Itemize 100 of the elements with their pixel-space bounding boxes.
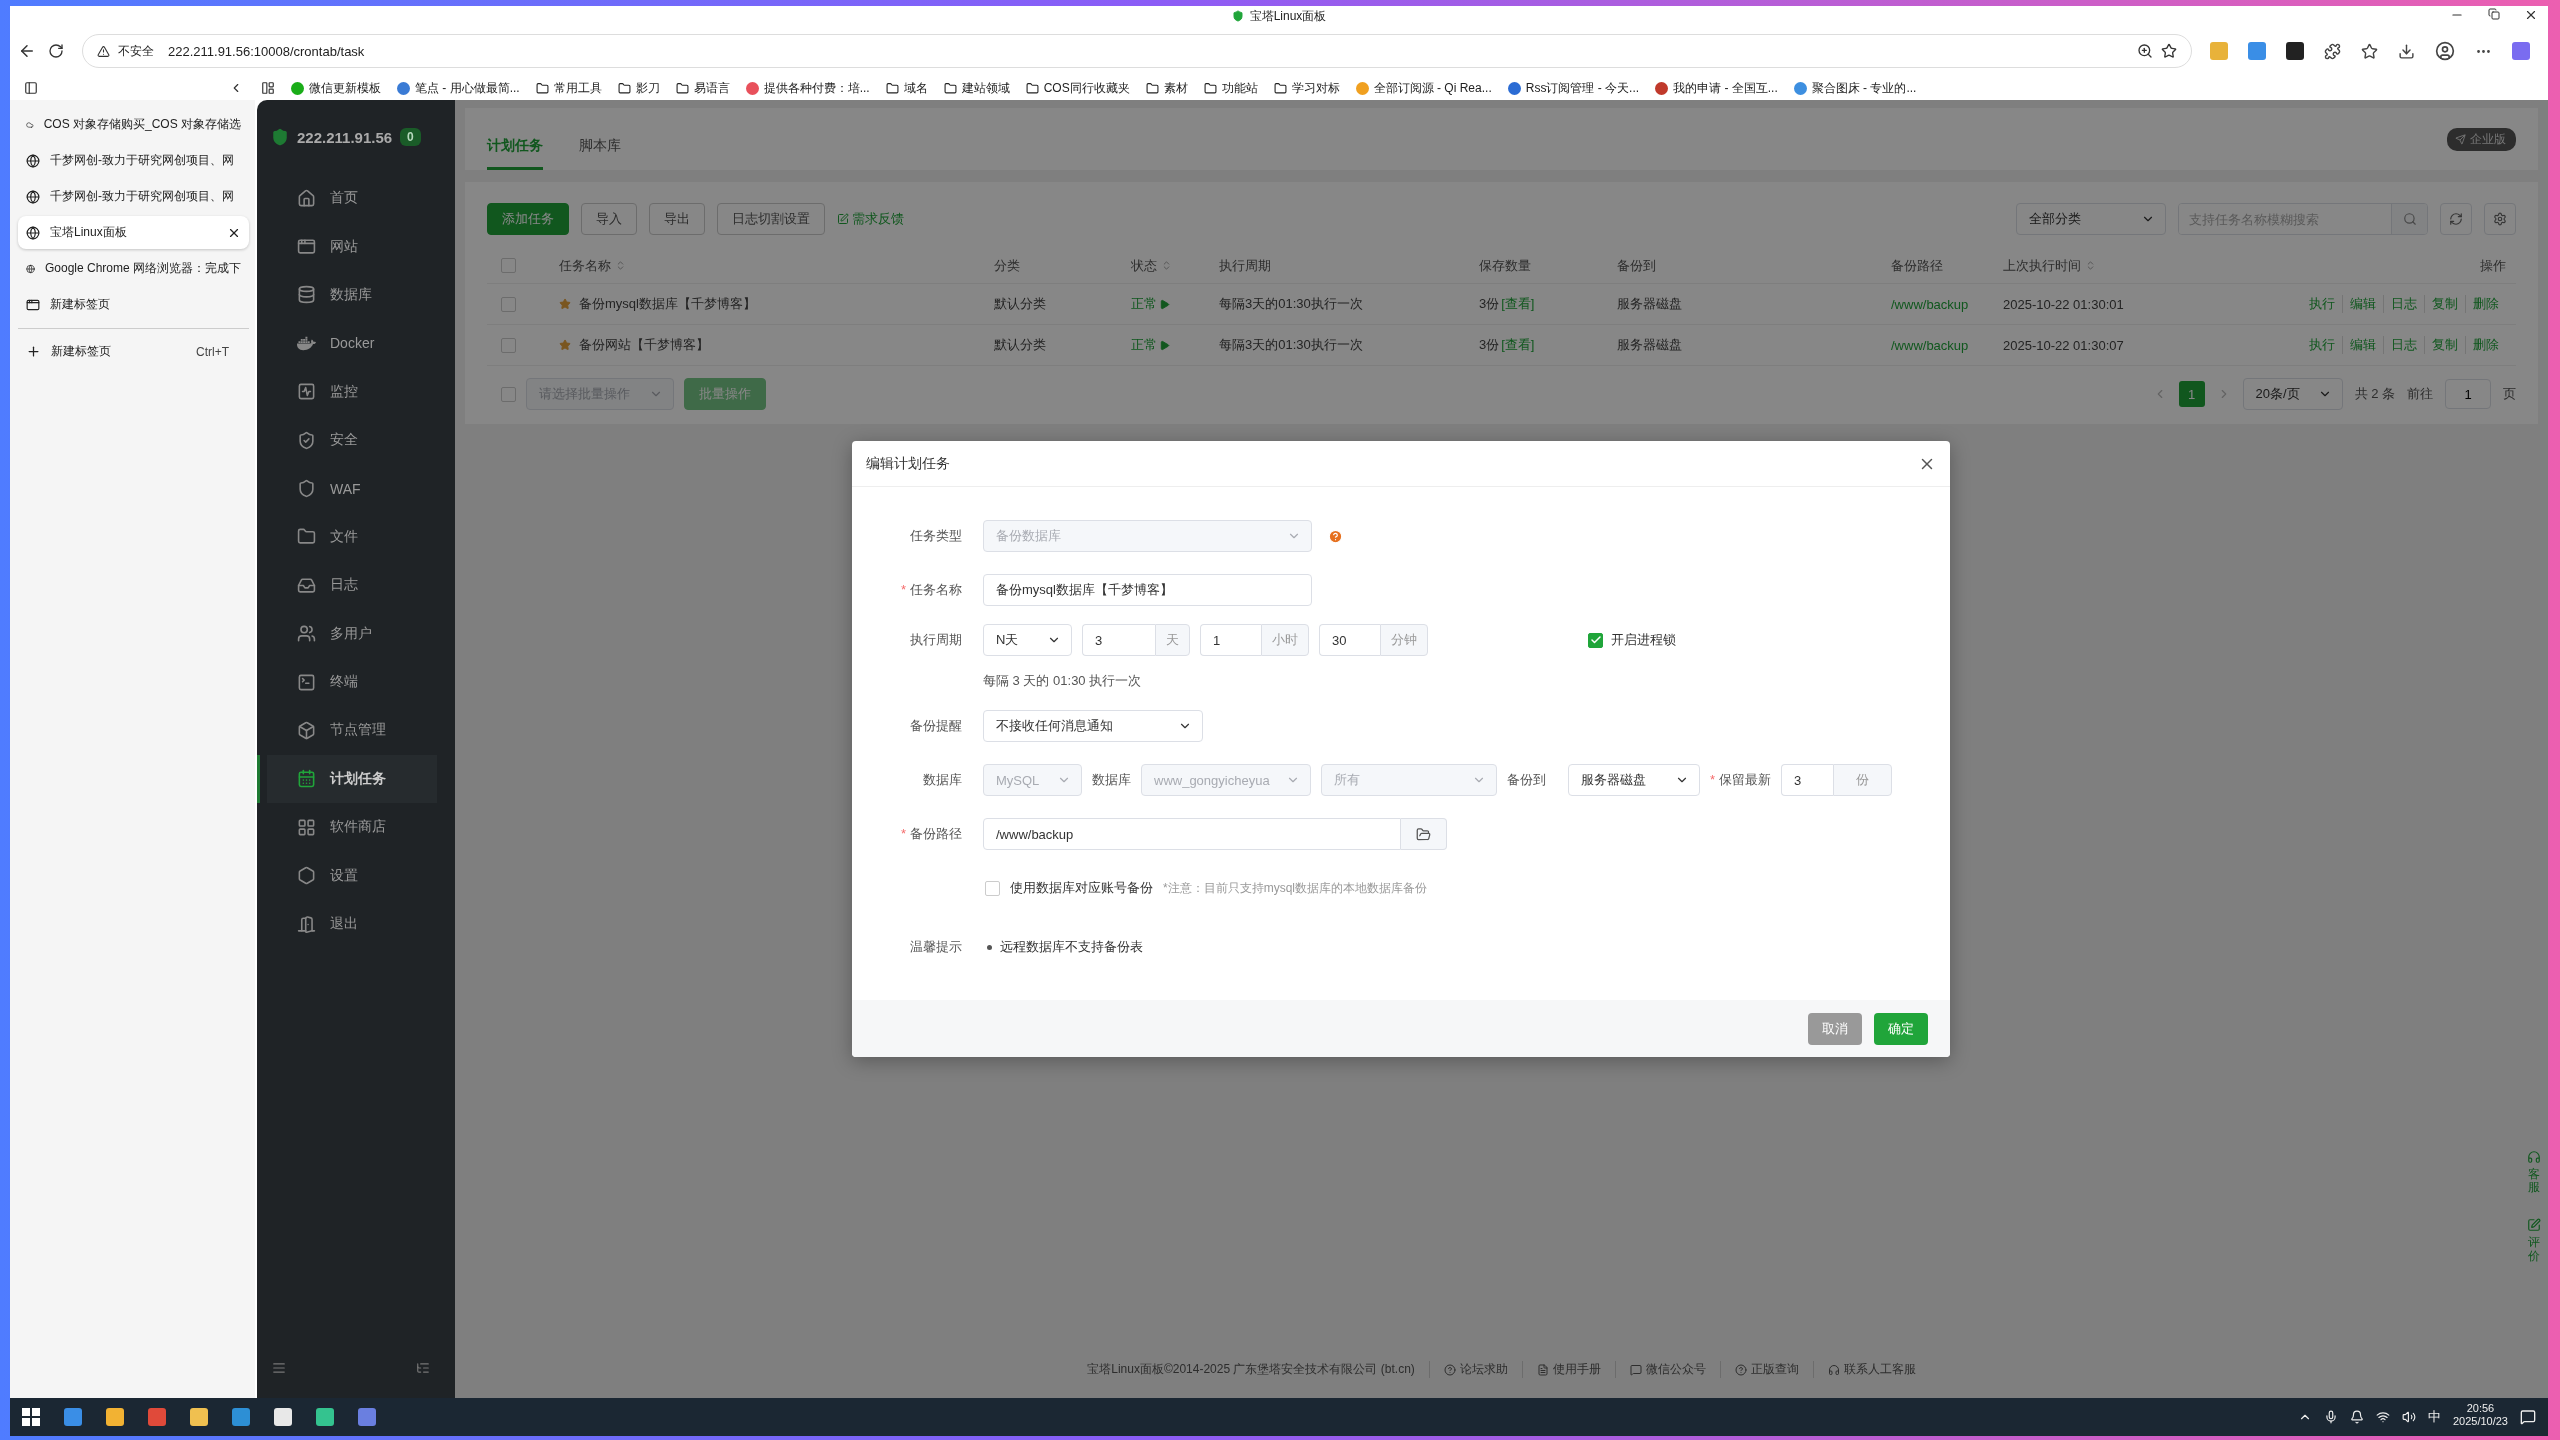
browser-tab[interactable]: 千梦网创-致力于研究网创项目、网 [18,144,249,177]
nav-item[interactable]: 安全 [257,415,455,465]
nav-item[interactable]: 文件 [257,512,455,562]
reload-icon[interactable] [48,43,64,59]
bookmark-link[interactable]: 素材 [1145,79,1188,97]
nav-item[interactable]: 多用户 [257,609,455,658]
extension-icon[interactable] [2248,42,2266,60]
footer-link[interactable]: 正版查询 [1719,1361,1799,1378]
nav-item[interactable]: 退出 [257,899,455,949]
alert-count[interactable]: 0 [400,128,421,146]
notification-icon[interactable] [2520,1409,2536,1425]
nav-item[interactable]: 设置 [257,851,455,900]
checkbox[interactable] [1588,632,1603,648]
app-icon[interactable] [148,1408,166,1426]
extension-icon[interactable] [2286,42,2304,60]
app-icon[interactable] [316,1408,334,1426]
mic-icon[interactable] [2323,1410,2338,1424]
edition-badge[interactable]: 企业版 [2447,128,2516,151]
footer-link[interactable]: 使用手册 [1521,1361,1601,1378]
close-icon[interactable] [2524,8,2538,22]
bookmark-link[interactable]: 全部订阅源 - Qi Rea... [1355,79,1492,97]
nav-item[interactable]: 数据库 [257,270,455,320]
toolbar-button[interactable]: 导入 [581,203,637,235]
settings-button[interactable] [2484,203,2516,235]
nav-item[interactable]: 网站 [257,222,455,271]
checkbox[interactable] [985,880,1000,896]
browser-tab[interactable]: 宝塔Linux面板 [18,216,249,249]
app-icon[interactable] [358,1408,376,1426]
favorites-icon[interactable] [2361,42,2378,60]
column-header[interactable]: 上次执行时间 [1989,256,2209,275]
restore-icon[interactable] [2488,8,2500,20]
app-icon[interactable] [64,1408,82,1426]
column-header[interactable]: 任务名称 [545,256,980,275]
star-icon[interactable] [559,298,571,310]
nav-item[interactable]: Docker [257,319,455,368]
browser-tab[interactable]: 千梦网创-致力于研究网创项目、网 [18,180,249,213]
checkbox[interactable] [501,296,516,312]
nav-item[interactable]: 软件商店 [257,803,455,852]
input-method[interactable]: 中 [2427,1408,2441,1426]
backup-target-select[interactable]: 服务器磁盘 [1568,764,1700,796]
footer-link[interactable]: 论坛求助 [1428,1361,1508,1378]
browser-tab[interactable]: 新建标签页 [18,288,249,321]
number-field[interactable]: 1 [1200,624,1261,656]
nav-item[interactable]: 监控 [257,367,455,416]
nav-item[interactable]: 首页 [257,174,455,223]
wifi-icon[interactable] [2375,1410,2390,1424]
checkbox-label[interactable]: 开启进程锁 [1611,631,1676,649]
help-icon[interactable] [1328,528,1343,544]
bookmark-link[interactable]: 易语言 [675,79,730,97]
bell-icon[interactable] [2349,1410,2364,1424]
app-icon[interactable] [274,1408,292,1426]
category-select[interactable]: 全部分类 [2016,203,2166,235]
bookmark-link[interactable]: 建站领域 [943,79,1010,97]
bookmark-link[interactable]: 功能站 [1203,79,1258,97]
bookmark-link[interactable]: 影刀 [617,79,660,97]
app-icon[interactable] [190,1408,208,1426]
goto-page-field[interactable]: 1 [2445,379,2491,409]
nav-item[interactable]: 节点管理 [257,706,455,755]
toolbar-button[interactable]: 日志切割设置 [717,203,825,235]
checkbox-label[interactable]: 使用数据库对应账号备份 [1010,879,1153,897]
folder-button[interactable] [1401,818,1447,850]
page-tab[interactable]: 脚本库 [579,137,621,170]
bookmark-link[interactable]: COS同行收藏夹 [1025,79,1130,97]
page-size-select[interactable]: 20条/页 [2242,378,2343,410]
toolbar-button[interactable]: 导出 [649,203,705,235]
bookmark-link[interactable]: Rss订阅管理 - 今天... [1507,79,1640,97]
bookmark-link[interactable]: 域名 [885,79,928,97]
task-name-field[interactable]: 备份mysql数据库【千梦博客】 [983,574,1312,606]
bookmark-link[interactable]: 我的申请 - 全国互... [1655,79,1778,97]
nav-item[interactable]: 终端 [257,657,455,707]
profile-icon[interactable] [2435,41,2455,61]
bookmark-link[interactable]: 学习对标 [1273,79,1340,97]
nav-item[interactable]: WAF [257,464,455,513]
bookmark-link[interactable]: 聚合图床 - 专业的... [1793,79,1917,97]
puzzle-icon[interactable] [2324,42,2341,60]
bookmark-star-icon[interactable] [2161,43,2177,59]
refresh-button[interactable] [2440,203,2472,235]
bookmark-link[interactable]: 提供各种付费：培... [745,79,870,97]
backup-path-field[interactable]: /www/backup [983,818,1401,850]
volume-icon[interactable] [2401,1410,2416,1424]
number-field[interactable]: 3 [1781,764,1834,796]
bookmark-link[interactable]: 微信更新模板 [291,79,381,97]
footer-link[interactable]: 联系人工客服 [1812,1361,1916,1378]
browser-tab[interactable]: COS 对象存储购买_COS 对象存储选 [18,108,249,141]
bookmark-link[interactable]: 常用工具 [535,79,602,97]
checkbox[interactable] [501,337,516,353]
checkbox[interactable] [501,386,516,402]
browser-tab[interactable]: Google Chrome 网络浏览器：完成下 [18,252,249,285]
new-tab-button[interactable]: 新建标签页 Ctrl+T [18,335,249,368]
search-button[interactable] [2391,204,2427,234]
cycle-select[interactable]: N天 [983,624,1072,656]
download-icon[interactable] [2398,42,2415,60]
list-icon[interactable] [416,1361,430,1375]
app-icon[interactable] [232,1408,250,1426]
checkbox[interactable] [501,258,516,273]
notify-select[interactable]: 不接收任何消息通知 [983,710,1203,742]
app-icon[interactable] [106,1408,124,1426]
number-field[interactable]: 30 [1319,624,1380,656]
footer-link[interactable]: 微信公众号 [1614,1361,1706,1378]
bookmark-link[interactable]: 笔点 - 用心做最简... [397,79,520,97]
